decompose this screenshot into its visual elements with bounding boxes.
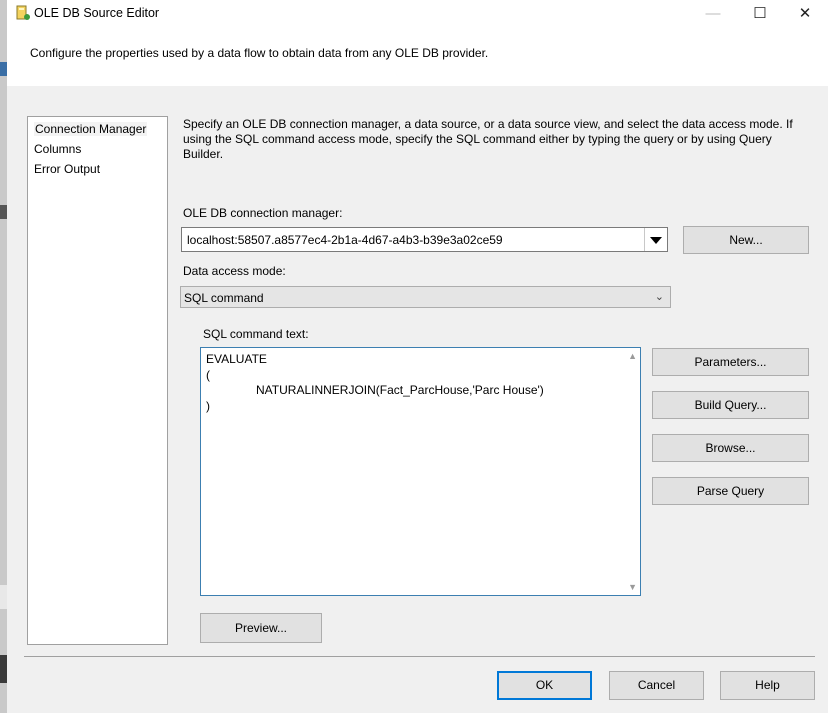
help-button[interactable]: Help	[720, 671, 815, 700]
chevron-down-icon: ⌄	[654, 291, 664, 303]
parameters-button[interactable]: Parameters...	[652, 348, 809, 376]
scroll-up-icon[interactable]: ▲	[628, 351, 637, 361]
build-query-button[interactable]: Build Query...	[652, 391, 809, 419]
background-fragment	[0, 655, 7, 683]
close-button[interactable]: ✕	[782, 0, 828, 28]
minimize-button[interactable]: —	[690, 0, 736, 28]
background-icon	[0, 205, 7, 219]
cancel-button[interactable]: Cancel	[609, 671, 704, 700]
data-access-mode-label: Data access mode:	[183, 264, 286, 278]
footer-divider	[24, 656, 815, 657]
background-icon	[0, 62, 7, 76]
window-title: OLE DB Source Editor	[34, 6, 160, 20]
connection-manager-label: OLE DB connection manager:	[183, 206, 343, 220]
dropdown-arrow-icon	[650, 237, 662, 244]
page-instructions: Specify an OLE DB connection manager, a …	[183, 117, 793, 161]
data-access-mode-select[interactable]: SQL command ⌄	[180, 286, 671, 308]
preview-button[interactable]: Preview...	[200, 613, 322, 643]
background-window-edge	[0, 0, 7, 713]
sql-command-label: SQL command text:	[203, 327, 309, 341]
connection-manager-value: localhost:58507.a8577ec4-2b1a-4d67-a4b3-…	[187, 233, 503, 247]
sql-command-text: EVALUATE ( NATURALINNERJOIN(Fact_ParcHou…	[206, 352, 544, 413]
connection-manager-dropdown[interactable]: localhost:58507.a8577ec4-2b1a-4d67-a4b3-…	[181, 227, 668, 252]
background-fragment	[0, 585, 7, 609]
new-connection-button[interactable]: New...	[683, 226, 809, 254]
parse-query-button[interactable]: Parse Query	[652, 477, 809, 505]
nav-item-columns[interactable]: Columns	[34, 142, 81, 156]
sql-command-textarea[interactable]: EVALUATE ( NATURALINNERJOIN(Fact_ParcHou…	[200, 347, 641, 596]
nav-item-error-output[interactable]: Error Output	[34, 162, 100, 176]
scroll-down-icon[interactable]: ▼	[628, 582, 637, 592]
ssis-source-icon	[16, 5, 30, 20]
data-access-mode-value: SQL command	[184, 291, 264, 305]
dialog-description: Configure the properties used by a data …	[30, 46, 489, 60]
page-navigation: Connection Manager Columns Error Output	[27, 116, 168, 645]
nav-item-connection-manager[interactable]: Connection Manager	[34, 122, 148, 136]
browse-button[interactable]: Browse...	[652, 434, 809, 462]
ok-button[interactable]: OK	[497, 671, 592, 700]
maximize-button[interactable]: ☐	[737, 0, 783, 28]
dropdown-toggle[interactable]	[644, 228, 667, 251]
